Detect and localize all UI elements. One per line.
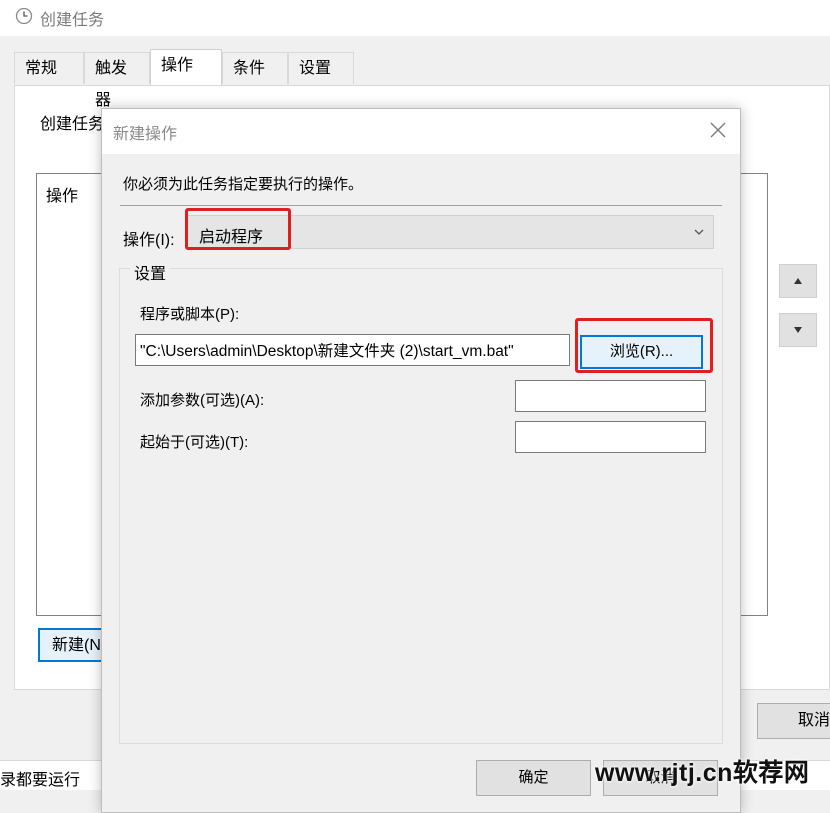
clock-icon xyxy=(15,7,33,25)
task-cancel-button[interactable]: 取消 xyxy=(757,703,830,739)
program-input[interactable] xyxy=(135,334,570,366)
arguments-label: 添加参数(可选)(A): xyxy=(140,392,265,409)
divider xyxy=(120,205,722,206)
new-action-button[interactable]: 新建(N xyxy=(38,628,110,662)
actions-column-header[interactable]: 操作 xyxy=(46,182,78,206)
tab-settings[interactable]: 设置 xyxy=(288,52,354,84)
tab-actions[interactable]: 操作 xyxy=(150,49,222,85)
action-type-label: 操作(I): xyxy=(123,232,175,249)
actions-description: 创建任务 xyxy=(40,116,105,133)
triangle-up-icon xyxy=(794,278,802,285)
start-in-label: 起始于(可选)(T): xyxy=(140,434,249,451)
status-text: 录都要运行 xyxy=(0,772,81,789)
settings-group-label: 设置 xyxy=(130,260,171,284)
start-in-input[interactable] xyxy=(515,421,706,453)
arguments-input[interactable] xyxy=(515,380,706,412)
chevron-down-icon[interactable] xyxy=(692,226,706,238)
highlight-box-action-type xyxy=(185,208,291,250)
program-label: 程序或脚本(P): xyxy=(140,306,240,323)
move-down-button[interactable] xyxy=(779,313,817,347)
close-icon[interactable] xyxy=(706,118,730,142)
ok-button[interactable]: 确定 xyxy=(476,760,591,796)
task-window-title: 创建任务 xyxy=(40,12,105,29)
dialog-titlebar xyxy=(102,109,740,154)
dialog-title: 新建操作 xyxy=(113,126,178,143)
tab-triggers[interactable]: 触发器 xyxy=(84,52,150,109)
move-up-button[interactable] xyxy=(779,264,817,298)
triangle-down-icon xyxy=(794,327,802,334)
tab-conditions[interactable]: 条件 xyxy=(222,52,288,84)
dialog-instruction: 你必须为此任务指定要执行的操作。 xyxy=(123,176,364,193)
watermark: www.rjtj.cn软荐网 xyxy=(595,759,810,787)
highlight-box-browse xyxy=(575,318,713,373)
task-window-titlebar xyxy=(0,0,830,36)
tab-general[interactable]: 常规 xyxy=(14,52,84,84)
